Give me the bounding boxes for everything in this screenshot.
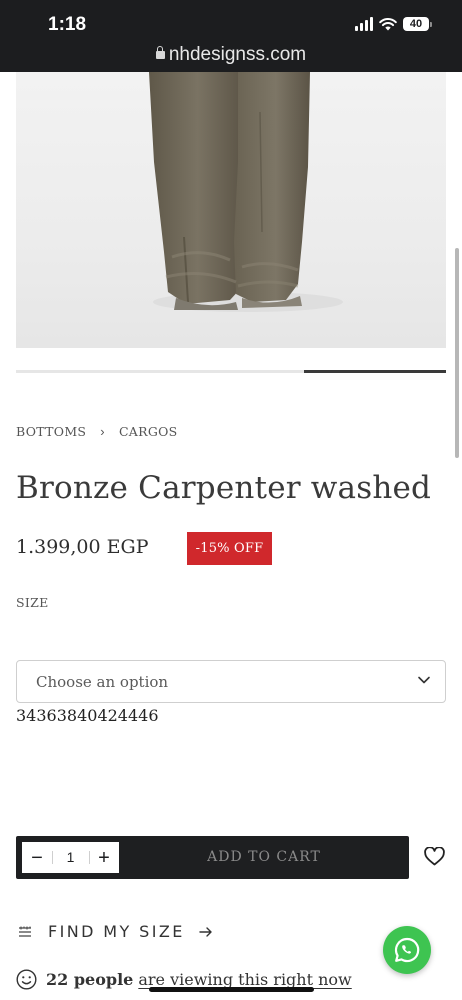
viewing-count: 22 people — [46, 970, 134, 989]
quantity-decrease-button[interactable]: − — [22, 842, 52, 873]
status-time: 1:18 — [48, 14, 87, 35]
breadcrumb-item-bottoms[interactable]: BOTTOMS — [16, 424, 86, 439]
size-label: SIZE — [16, 595, 49, 610]
pants-image — [149, 72, 343, 312]
gallery-progress-fill — [304, 369, 446, 373]
battery-level: 40 — [403, 17, 429, 31]
wifi-icon — [379, 18, 397, 31]
arrow-right-icon — [199, 926, 212, 937]
url-text: nhdesignss.com — [168, 44, 307, 65]
whatsapp-icon — [394, 937, 420, 963]
product-price: 1.399,00 EGP — [16, 536, 149, 558]
status-icons: 40 — [355, 17, 432, 31]
page-title: Bronze Carpenter washed — [16, 470, 432, 506]
add-to-cart-bar: − 1 + ADD TO CART — [16, 836, 409, 879]
battery-icon: 40 — [403, 17, 432, 31]
product-image[interactable] — [16, 72, 446, 348]
quantity-input[interactable]: 1 — [52, 842, 89, 873]
quantity-increase-button[interactable]: + — [89, 842, 119, 873]
quantity-stepper: − 1 + — [22, 842, 119, 873]
heart-icon[interactable] — [424, 847, 445, 866]
size-select-placeholder: Choose an option — [36, 673, 169, 691]
lock-icon — [155, 46, 165, 59]
home-indicator — [149, 987, 314, 992]
gallery-progress-bar[interactable] — [16, 369, 446, 373]
breadcrumb-item-cargos[interactable]: CARGOS — [119, 424, 178, 439]
ruler-icon — [19, 926, 31, 937]
whatsapp-button[interactable] — [383, 926, 431, 974]
breadcrumb: BOTTOMS › CARGOS — [16, 424, 178, 439]
signal-icon — [355, 17, 373, 31]
find-my-size-label: FIND MY SIZE — [48, 922, 185, 941]
status-bar: 1:18 40 nhdesignss.com — [0, 0, 462, 72]
smiley-icon — [16, 969, 37, 990]
breadcrumb-separator: › — [100, 424, 105, 439]
add-to-cart-button[interactable]: ADD TO CART — [119, 836, 409, 879]
chevron-down-icon — [418, 676, 430, 684]
scroll-indicator — [455, 248, 459, 458]
url-bar[interactable]: nhdesignss.com — [0, 44, 462, 66]
variant-id: 34363840424446 — [16, 706, 159, 725]
size-select[interactable]: Choose an option — [16, 660, 446, 703]
find-my-size-link[interactable]: FIND MY SIZE — [18, 922, 213, 941]
discount-badge: -15% OFF — [187, 532, 272, 565]
